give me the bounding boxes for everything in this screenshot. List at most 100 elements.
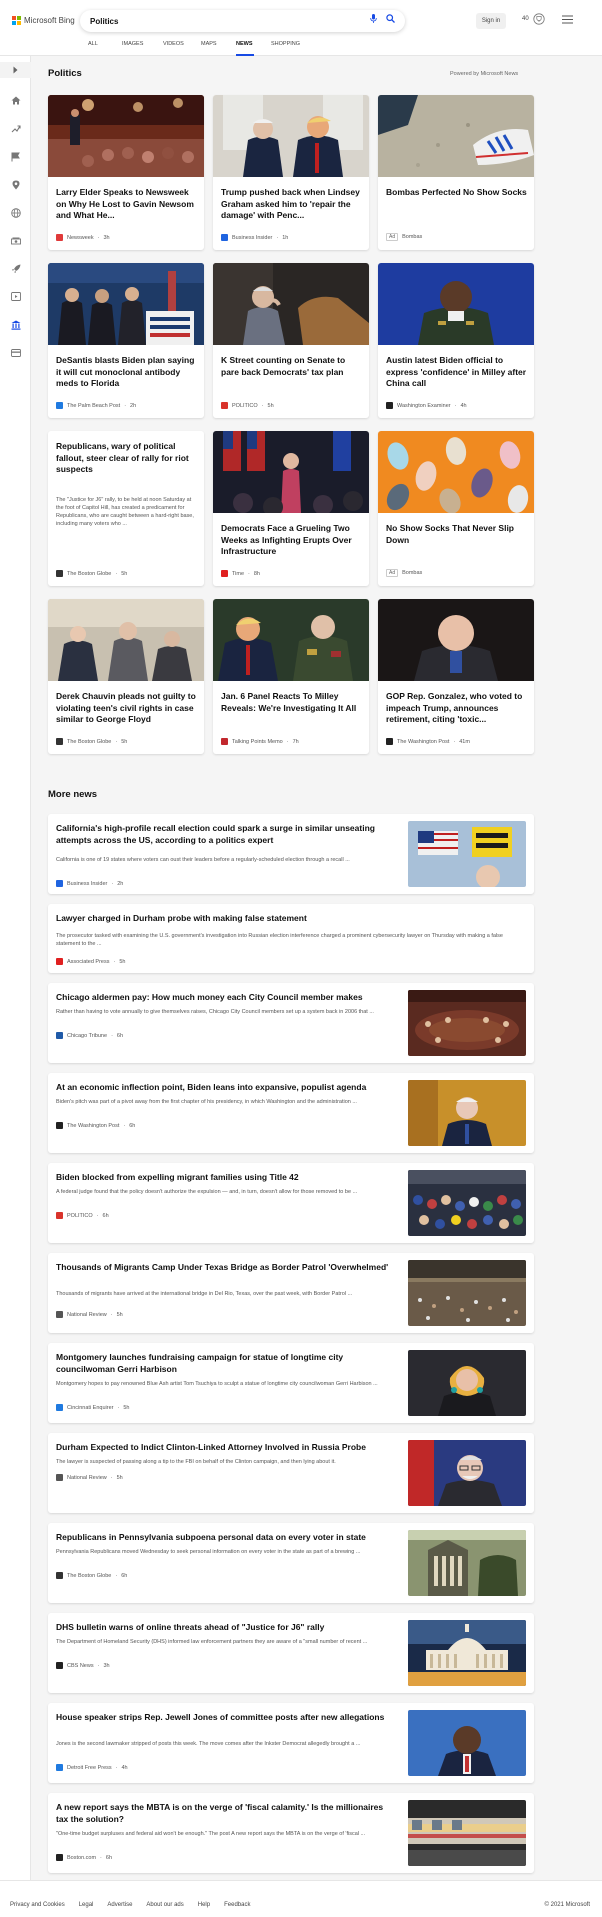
flag-icon[interactable] [9,150,22,163]
news-card[interactable]: DeSantis blasts Biden plan saying it wil… [48,263,204,418]
microphone-icon[interactable] [370,14,377,23]
video-icon[interactable] [9,290,22,303]
card-title[interactable]: Larry Elder Speaks to Newsweek on Why He… [56,187,198,222]
home-icon[interactable] [9,94,22,107]
search-icon[interactable] [386,14,395,23]
search-box[interactable] [80,10,405,32]
card-title[interactable]: Austin latest Biden official to express … [386,355,528,390]
news-title[interactable]: At an economic inflection point, Biden l… [56,1081,396,1093]
card-title[interactable]: Derek Chauvin pleads not guilty to viola… [56,691,198,726]
tab-news[interactable]: NEWS [236,41,254,56]
source-time: 5h [116,1474,123,1481]
card-title[interactable]: No Show Socks That Never Slip Down [386,523,528,546]
news-card[interactable]: K Street counting on Senate to pare back… [213,263,369,418]
globe-icon[interactable] [9,206,22,219]
news-list-item[interactable]: At an economic inflection point, Biden l… [48,1073,534,1153]
news-title[interactable]: DHS bulletin warns of online threats ahe… [56,1621,396,1633]
news-list-item[interactable]: DHS bulletin warns of online threats ahe… [48,1613,534,1693]
tab-shopping[interactable]: SHOPPING [271,41,311,56]
card-source: The Boston Globe · 5h [56,738,127,745]
powered-by-label[interactable]: Powered by Microsoft News [450,71,518,77]
tab-videos[interactable]: VIDEOS [163,41,201,56]
news-title[interactable]: Montgomery launches fundraising campaign… [56,1351,396,1375]
sponsored-card[interactable]: No Show Socks That Never Slip Down Ad Bo… [378,431,534,586]
news-title[interactable]: A new report says the MBTA is on the ver… [56,1801,396,1825]
news-title[interactable]: California's high-profile recall electio… [56,822,396,846]
news-list-item[interactable]: Durham Expected to Indict Clinton-Linked… [48,1433,534,1513]
trending-icon[interactable] [9,122,22,135]
news-card[interactable]: Derek Chauvin pleads not guilty to viola… [48,599,204,754]
news-title[interactable]: Chicago aldermen pay: How much money eac… [56,991,396,1003]
news-source: The Boston Globe · 6h [56,1572,127,1579]
source-name: Business Insider [232,234,273,241]
news-title[interactable]: Lawyer charged in Durham probe with maki… [56,912,516,924]
news-title[interactable]: Thousands of Migrants Camp Under Texas B… [56,1261,396,1273]
news-source: Detroit Free Press · 4h [56,1764,128,1771]
hamburger-menu-icon[interactable] [562,15,573,24]
news-title[interactable]: House speaker strips Rep. Jewell Jones o… [56,1711,396,1723]
news-card[interactable]: Jan. 6 Panel Reacts To Milley Reveals: W… [213,599,369,754]
rocket-icon[interactable] [9,262,22,275]
card-title[interactable]: Republicans, wary of political fallout, … [56,441,198,476]
source-name: National Review [67,1311,107,1318]
news-title[interactable]: Biden blocked from expelling migrant fam… [56,1171,396,1183]
card-title[interactable]: DeSantis blasts Biden plan saying it wil… [56,355,198,390]
source-logo-icon [386,402,393,409]
tab-images[interactable]: IMAGES [122,41,163,56]
sponsored-card[interactable]: Bombas Perfected No Show Socks Ad Bombas [378,95,534,250]
news-list-item[interactable]: Biden blocked from expelling migrant fam… [48,1163,534,1243]
source-time: 5h [121,570,128,577]
expand-rail-button[interactable] [0,62,31,78]
left-navigation-rail [0,56,31,1880]
rewards-trophy-icon[interactable] [533,13,545,25]
politics-building-icon[interactable] [9,318,22,331]
news-card[interactable]: Trump pushed back when Lindsey Graham as… [213,95,369,250]
card-title[interactable]: Bombas Perfected No Show Socks [386,187,528,199]
tab-all[interactable]: ALL [88,41,122,56]
money-icon[interactable] [9,234,22,247]
rewards-points[interactable]: 40 [522,16,529,22]
footer-link-help[interactable]: Help [198,1902,210,1908]
news-card[interactable]: GOP Rep. Gonzalez, who voted to impeach … [378,599,534,754]
news-snippet: The Department of Homeland Security (DHS… [56,1639,368,1645]
card-source: The Washington Post · 41m [386,738,470,745]
news-list-item[interactable]: Lawyer charged in Durham probe with maki… [48,904,534,973]
card-title[interactable]: Trump pushed back when Lindsey Graham as… [221,187,363,222]
news-card[interactable]: Democrats Face a Grueling Two Weeks as I… [213,431,369,586]
footer-link-privacy[interactable]: Privacy and Cookies [10,1902,65,1908]
news-list-item[interactable]: A new report says the MBTA is on the ver… [48,1793,534,1873]
source-logo-icon [221,234,228,241]
news-list-item[interactable]: Republicans in Pennsylvania subpoena per… [48,1523,534,1603]
source-time: 8h [253,570,260,577]
source-logo-icon [221,570,228,577]
news-source: CBS News · 3h [56,1662,110,1669]
news-card[interactable]: Larry Elder Speaks to Newsweek on Why He… [48,95,204,250]
news-list-item[interactable]: Thousands of Migrants Camp Under Texas B… [48,1253,534,1333]
footer-link-advertise[interactable]: Advertise [107,1902,132,1908]
news-title[interactable]: Durham Expected to Indict Clinton-Linked… [56,1441,396,1453]
news-card[interactable]: Austin latest Biden official to express … [378,263,534,418]
card-title[interactable]: K Street counting on Senate to pare back… [221,355,363,378]
news-list-item[interactable]: California's high-profile recall electio… [48,814,534,894]
source-name: POLITICO [67,1212,93,1219]
footer-link-feedback[interactable]: Feedback [224,1902,250,1908]
card-title[interactable]: GOP Rep. Gonzalez, who voted to impeach … [386,691,528,726]
news-title[interactable]: Republicans in Pennsylvania subpoena per… [56,1531,396,1543]
footer-link-legal[interactable]: Legal [79,1902,94,1908]
news-thumbnail [408,1440,526,1506]
news-image [213,599,369,681]
bing-logo[interactable]: Microsoft Bing [12,16,75,25]
news-list-item[interactable]: Montgomery launches fundraising campaign… [48,1343,534,1423]
tab-maps[interactable]: MAPS [201,41,236,56]
location-pin-icon[interactable] [9,178,22,191]
card-title[interactable]: Democrats Face a Grueling Two Weeks as I… [221,523,363,558]
news-card[interactable]: Republicans, wary of political fallout, … [48,431,204,586]
sign-in-button[interactable]: Sign in [476,13,506,29]
news-list-item[interactable]: House speaker strips Rep. Jewell Jones o… [48,1703,534,1783]
card-title[interactable]: Jan. 6 Panel Reacts To Milley Reveals: W… [221,691,363,714]
news-list-item[interactable]: Chicago aldermen pay: How much money eac… [48,983,534,1063]
source-time: 5h [121,738,128,745]
footer-link-about-ads[interactable]: About our ads [146,1902,183,1908]
search-input[interactable] [90,15,330,27]
card-icon[interactable] [9,346,22,359]
